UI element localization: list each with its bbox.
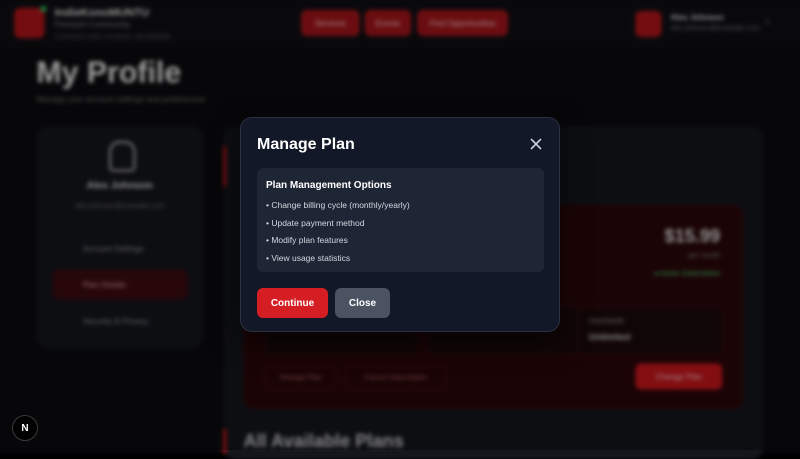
option-item: • View usage statistics — [266, 253, 351, 263]
next-dev-badge[interactable]: N — [12, 415, 38, 441]
option-item: • Update payment method — [266, 218, 365, 228]
close-icon[interactable] — [527, 135, 545, 153]
manage-plan-modal: Manage Plan Plan Management Options • Ch… — [240, 117, 560, 332]
options-heading: Plan Management Options — [266, 180, 392, 191]
modal-title: Manage Plan — [257, 136, 355, 153]
option-item: • Modify plan features — [266, 235, 348, 245]
close-button[interactable]: Close — [335, 288, 390, 318]
plan-options-box: Plan Management Options • Change billing… — [257, 168, 544, 272]
continue-button[interactable]: Continue — [257, 288, 328, 318]
option-item: • Change billing cycle (monthly/yearly) — [266, 200, 410, 210]
